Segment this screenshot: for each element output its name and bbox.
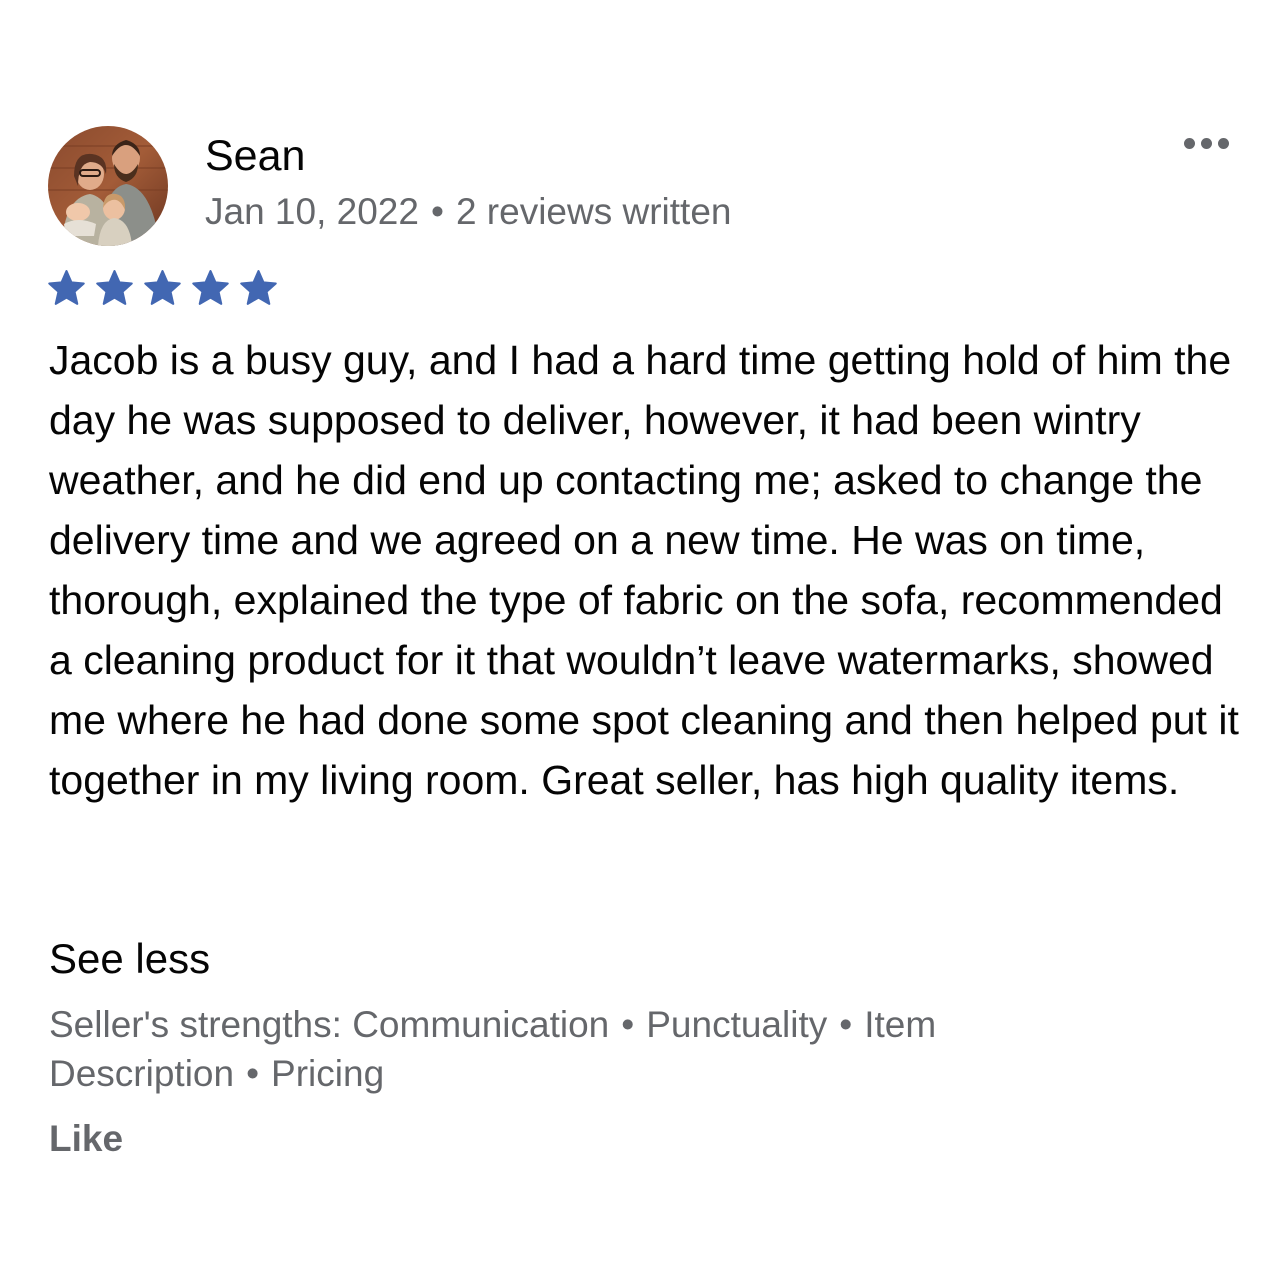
strength-item: Punctuality (646, 1004, 828, 1045)
see-less-button[interactable]: See less (49, 932, 210, 986)
avatar[interactable] (48, 126, 168, 246)
strength-separator: • (621, 1004, 635, 1045)
like-button[interactable]: Like (49, 1116, 123, 1162)
more-horizontal-icon-dot (1217, 137, 1229, 149)
strength-separator: • (839, 1004, 853, 1045)
reviews-written-count[interactable]: 2 reviews written (456, 191, 732, 232)
strength-item: Pricing (271, 1053, 385, 1094)
review-date: Jan 10, 2022 (205, 191, 419, 232)
star-icon (190, 268, 231, 309)
meta-separator: • (430, 191, 444, 232)
more-options-button[interactable] (1176, 128, 1236, 158)
star-rating (46, 268, 279, 309)
star-icon (238, 268, 279, 309)
seller-strengths: Seller's strengths: Communication • Punctu… (49, 1000, 1089, 1098)
strengths-label: Seller's strengths: (49, 1004, 342, 1045)
star-icon (142, 268, 183, 309)
strength-item: Communication (352, 1004, 610, 1045)
more-horizontal-icon-dot (1200, 137, 1212, 149)
star-icon (46, 268, 87, 309)
avatar-photo (48, 126, 168, 246)
review-meta: Jan 10, 2022 • 2 reviews written (205, 189, 731, 235)
star-icon (94, 268, 135, 309)
strength-separator: • (246, 1053, 260, 1094)
reviewer-name[interactable]: Sean (205, 130, 305, 182)
review-text: Jacob is a busy guy, and I had a hard ti… (49, 337, 1239, 803)
more-horizontal-icon (1183, 137, 1195, 149)
